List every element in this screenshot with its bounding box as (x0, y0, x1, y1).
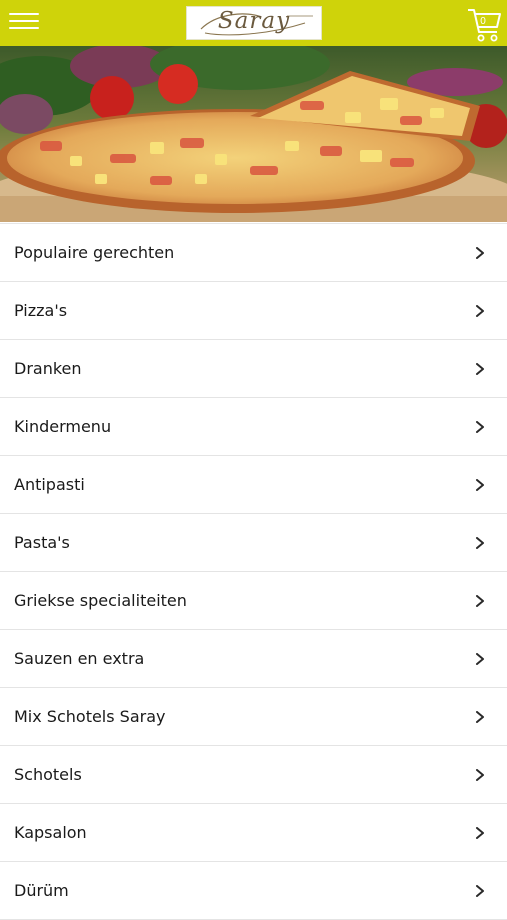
category-item[interactable]: Dranken (0, 340, 507, 398)
chevron-right-icon (476, 305, 484, 317)
chevron-right-icon (476, 885, 484, 897)
chevron-right-icon (476, 595, 484, 607)
chevron-right-icon (476, 769, 484, 781)
restaurant-logo[interactable]: Saray (186, 6, 322, 40)
category-item[interactable]: Pasta's (0, 514, 507, 572)
category-item[interactable]: Schotels (0, 746, 507, 804)
category-item[interactable]: Kindermenu (0, 398, 507, 456)
hamburger-menu-icon[interactable] (9, 13, 39, 33)
category-label: Kapsalon (14, 823, 87, 842)
category-label: Sauzen en extra (14, 649, 145, 668)
category-label: Schotels (14, 765, 82, 784)
category-list: Populaire gerechten Pizza's Dranken Kinderm… (0, 223, 507, 920)
category-item[interactable]: Kapsalon (0, 804, 507, 862)
category-item[interactable]: Populaire gerechten (0, 224, 507, 282)
category-label: Pasta's (14, 533, 70, 552)
hero-pizza-image (0, 46, 507, 222)
category-item[interactable]: Dürüm (0, 862, 507, 920)
chevron-right-icon (476, 711, 484, 723)
chevron-right-icon (476, 827, 484, 839)
chevron-right-icon (476, 479, 484, 491)
category-item[interactable]: Antipasti (0, 456, 507, 514)
category-label: Dürüm (14, 881, 69, 900)
category-label: Griekse specialiteiten (14, 591, 187, 610)
category-label: Mix Schotels Saray (14, 707, 166, 726)
chevron-right-icon (476, 537, 484, 549)
chevron-right-icon (476, 363, 484, 375)
cart-count-badge: 0 (480, 16, 486, 27)
category-label: Antipasti (14, 475, 85, 494)
category-label: Populaire gerechten (14, 243, 175, 262)
category-label: Kindermenu (14, 417, 112, 436)
chevron-right-icon (476, 247, 484, 259)
category-item[interactable]: Mix Schotels Saray (0, 688, 507, 746)
chevron-right-icon (476, 421, 484, 433)
shopping-cart-icon[interactable]: 0 (466, 5, 502, 43)
category-label: Pizza's (14, 301, 68, 320)
category-label: Dranken (14, 359, 82, 378)
category-item[interactable]: Sauzen en extra (0, 630, 507, 688)
category-item[interactable]: Pizza's (0, 282, 507, 340)
logo-text: Saray (217, 8, 291, 34)
category-item[interactable]: Griekse specialiteiten (0, 572, 507, 630)
chevron-right-icon (476, 653, 484, 665)
top-bar: Saray 0 (0, 0, 507, 46)
